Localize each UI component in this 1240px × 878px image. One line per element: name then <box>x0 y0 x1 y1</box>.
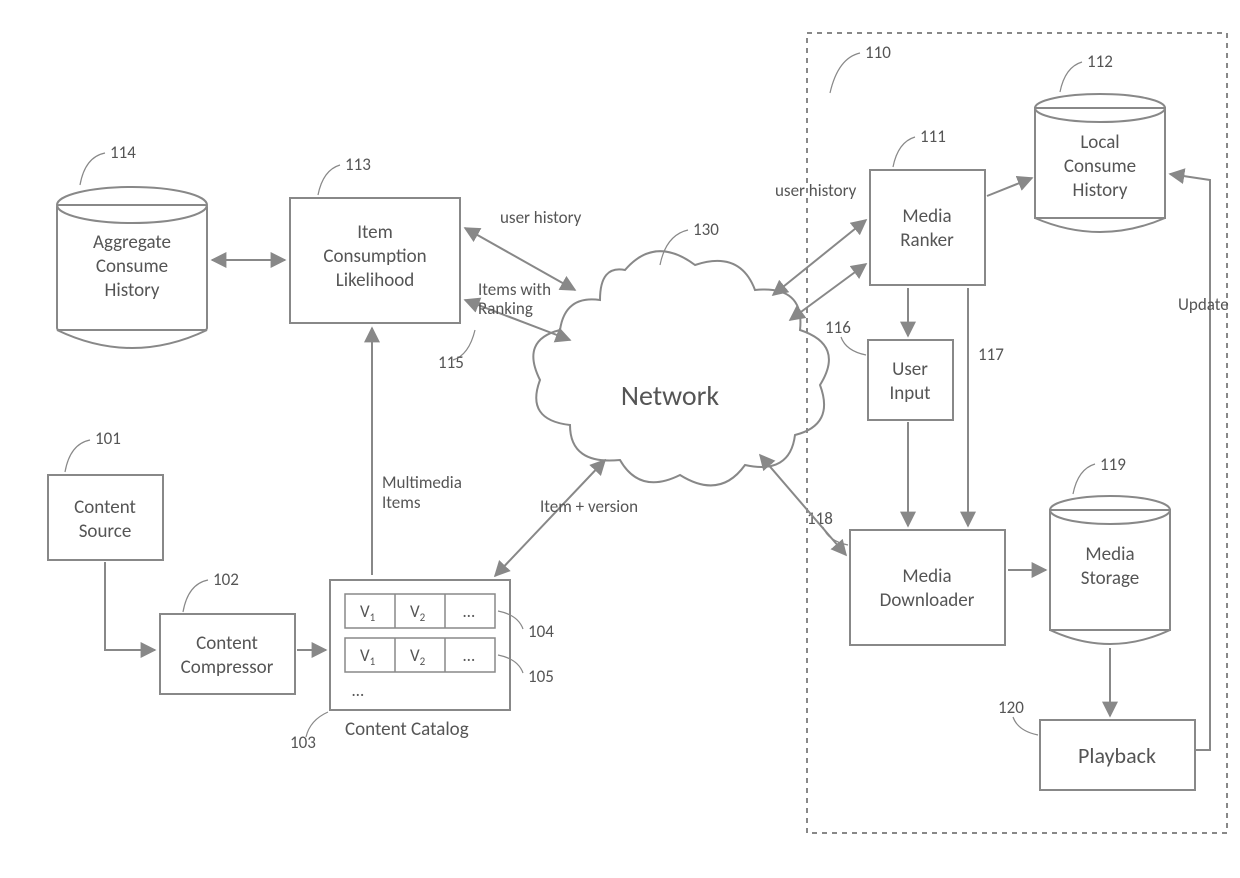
svg-text:Consume: Consume <box>96 255 168 278</box>
edge-network-ranker-top <box>773 220 866 295</box>
ref-130: 130 <box>693 219 719 240</box>
edge-network-downloader <box>760 455 846 555</box>
label-items-ranking-2: Ranking <box>478 298 533 319</box>
svg-text:Consume: Consume <box>1064 155 1136 178</box>
ref-113: 113 <box>345 154 371 175</box>
ref-117: 117 <box>978 344 1004 365</box>
svg-text:V1: V1 <box>360 601 376 624</box>
label-multimedia-1: Multimedia <box>382 472 462 493</box>
label-update: Update <box>1178 294 1229 315</box>
svg-text:Ranker: Ranker <box>900 229 954 252</box>
svg-text:Consumption: Consumption <box>323 245 426 268</box>
ref-119: 119 <box>1100 454 1126 475</box>
ref-114: 114 <box>110 142 136 163</box>
svg-text:Content Catalog: Content Catalog <box>345 718 469 741</box>
media-storage-db: Media Storage <box>1050 496 1170 644</box>
svg-text:History: History <box>1073 179 1128 202</box>
svg-text:V2: V2 <box>410 645 426 668</box>
svg-text:User: User <box>892 358 928 381</box>
local-consume-history-db: Local Consume History <box>1035 94 1165 232</box>
media-downloader-box: Media Downloader <box>850 530 1005 645</box>
label-user-history-left: user history <box>500 207 582 228</box>
svg-text:…: … <box>463 601 475 622</box>
catalog-row-1: V1 V2 … <box>345 594 495 628</box>
svg-text:Playback: Playback <box>1078 742 1156 769</box>
edge-catalog-network <box>495 460 605 576</box>
label-item-version: Item + version <box>540 496 638 517</box>
svg-text:Local: Local <box>1080 131 1119 154</box>
content-source-box: Content Source <box>48 475 163 560</box>
ref-120: 120 <box>998 697 1024 718</box>
ref-101: 101 <box>95 428 121 449</box>
svg-text:…: … <box>352 680 364 701</box>
label-user-history-right: user history <box>775 180 857 201</box>
edge-source-compressor <box>105 562 155 650</box>
ref-104: 104 <box>528 621 554 642</box>
edge-playback-localhist <box>1170 174 1210 750</box>
ref-115: 115 <box>438 352 464 373</box>
svg-text:Compressor: Compressor <box>181 656 274 679</box>
ref-105: 105 <box>528 666 554 687</box>
user-input-box: User Input <box>868 340 953 420</box>
svg-text:Media: Media <box>902 565 951 588</box>
svg-text:Input: Input <box>889 382 931 405</box>
ref-102: 102 <box>213 569 239 590</box>
svg-text:Storage: Storage <box>1081 567 1140 590</box>
svg-text:Item: Item <box>357 221 393 244</box>
ref-110: 110 <box>865 42 891 63</box>
svg-text:Content: Content <box>74 496 136 519</box>
svg-text:Content: Content <box>196 632 258 655</box>
svg-text:Aggregate: Aggregate <box>93 231 171 254</box>
label-multimedia-2: Items <box>382 492 421 513</box>
svg-text:Network: Network <box>621 378 720 413</box>
ref-111: 111 <box>920 126 946 147</box>
svg-text:Media: Media <box>902 205 951 228</box>
content-catalog-box: Content Catalog V1 V2 … V1 V2 … … <box>330 580 510 741</box>
ref-116: 116 <box>825 317 851 338</box>
item-consumption-likelihood-box: Item Consumption Likelihood <box>290 198 460 323</box>
aggregate-consume-history-db: Aggregate Consume History <box>57 187 207 348</box>
svg-text:Likelihood: Likelihood <box>336 269 415 292</box>
svg-text:Downloader: Downloader <box>880 589 975 612</box>
content-compressor-box: Content Compressor <box>160 614 295 694</box>
edge-ranker-localhist <box>987 178 1032 196</box>
svg-text:History: History <box>105 279 160 302</box>
svg-text:…: … <box>463 645 475 666</box>
svg-text:Source: Source <box>79 520 132 543</box>
catalog-row-2: V1 V2 … <box>345 638 495 672</box>
svg-text:V1: V1 <box>360 645 376 668</box>
ref-103: 103 <box>290 732 316 753</box>
media-ranker-box: Media Ranker <box>870 170 985 285</box>
ref-112: 112 <box>1087 51 1113 72</box>
svg-text:Media: Media <box>1085 543 1134 566</box>
label-items-ranking-1: Items with <box>478 279 551 300</box>
svg-text:V2: V2 <box>410 601 426 624</box>
playback-box: Playback <box>1040 720 1195 790</box>
diagram-canvas: 110 Aggregate Consume History 114 Item C… <box>0 0 1240 878</box>
